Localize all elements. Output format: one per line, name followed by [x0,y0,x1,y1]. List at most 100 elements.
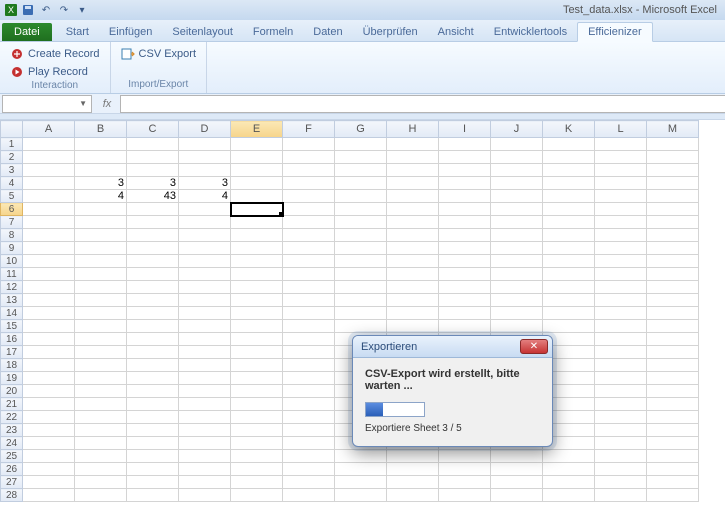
cell[interactable] [647,411,699,424]
cell[interactable] [491,151,543,164]
tab-start[interactable]: Start [56,23,99,41]
cell[interactable] [543,320,595,333]
cell[interactable] [23,151,75,164]
cell[interactable] [231,411,283,424]
cell[interactable] [75,489,127,502]
cell[interactable]: 43 [127,190,179,203]
cell[interactable] [595,489,647,502]
cell[interactable] [439,164,491,177]
cell[interactable] [23,203,75,216]
cell[interactable] [439,450,491,463]
cell[interactable] [23,216,75,229]
cell[interactable] [75,203,127,216]
cell[interactable] [335,151,387,164]
cell[interactable] [179,164,231,177]
column-header-E[interactable]: E [231,121,283,138]
cell[interactable] [387,294,439,307]
cell[interactable] [283,190,335,203]
cell[interactable] [491,229,543,242]
cell[interactable] [387,307,439,320]
cell[interactable] [231,229,283,242]
cell[interactable] [23,164,75,177]
cell[interactable] [595,242,647,255]
cell[interactable] [595,255,647,268]
cell[interactable] [283,177,335,190]
cell[interactable] [23,489,75,502]
cell[interactable] [179,450,231,463]
cell[interactable] [127,411,179,424]
cell[interactable] [179,242,231,255]
cell[interactable] [387,476,439,489]
row-header[interactable]: 6 [1,203,23,216]
cell[interactable] [647,385,699,398]
cell[interactable] [23,307,75,320]
tab-entwicklertools[interactable]: Entwicklertools [484,23,577,41]
cell[interactable] [543,281,595,294]
cell[interactable] [491,476,543,489]
cell[interactable] [387,190,439,203]
cell[interactable] [23,385,75,398]
cell[interactable] [491,307,543,320]
cell[interactable] [595,359,647,372]
cell[interactable] [595,346,647,359]
row-header[interactable]: 1 [1,138,23,151]
cell[interactable] [543,268,595,281]
cell[interactable] [647,476,699,489]
cell[interactable] [283,151,335,164]
cell[interactable] [23,372,75,385]
cell[interactable] [647,177,699,190]
cell[interactable] [179,294,231,307]
cell[interactable] [491,320,543,333]
worksheet-grid[interactable]: ABCDEFGHIJKLM123433354434678910111213141… [0,120,725,511]
cell[interactable] [335,294,387,307]
cell[interactable] [543,190,595,203]
cell[interactable] [595,320,647,333]
row-header[interactable]: 24 [1,437,23,450]
cell[interactable] [439,190,491,203]
cell[interactable] [231,398,283,411]
cell[interactable] [179,138,231,151]
cell[interactable] [283,346,335,359]
cell[interactable] [179,424,231,437]
cell[interactable] [231,190,283,203]
cell[interactable] [179,333,231,346]
tab-einfügen[interactable]: Einfügen [99,23,162,41]
cell[interactable] [283,476,335,489]
cell[interactable] [179,372,231,385]
cell[interactable] [127,138,179,151]
cell[interactable] [543,177,595,190]
cell[interactable] [231,346,283,359]
cell[interactable] [283,294,335,307]
cell[interactable] [335,255,387,268]
cell[interactable] [439,463,491,476]
cell[interactable] [335,242,387,255]
cell[interactable] [387,268,439,281]
cell[interactable] [127,203,179,216]
cell[interactable] [543,203,595,216]
cell[interactable] [179,437,231,450]
cell[interactable] [75,281,127,294]
cell[interactable] [647,424,699,437]
column-header-J[interactable]: J [491,121,543,138]
cell[interactable] [283,138,335,151]
cell[interactable] [491,242,543,255]
cell[interactable] [127,333,179,346]
cell[interactable] [23,411,75,424]
cell[interactable] [439,476,491,489]
cell[interactable] [595,411,647,424]
cell[interactable] [23,177,75,190]
chevron-down-icon[interactable]: ▼ [79,99,87,108]
cell[interactable] [491,190,543,203]
cell[interactable] [179,476,231,489]
cell[interactable] [75,463,127,476]
row-header[interactable]: 16 [1,333,23,346]
cell[interactable] [127,307,179,320]
column-header-I[interactable]: I [439,121,491,138]
tab-ansicht[interactable]: Ansicht [428,23,484,41]
cell[interactable] [439,268,491,281]
cell[interactable] [387,138,439,151]
cell[interactable] [283,320,335,333]
cell[interactable] [335,190,387,203]
cell[interactable] [491,216,543,229]
cell[interactable] [179,398,231,411]
